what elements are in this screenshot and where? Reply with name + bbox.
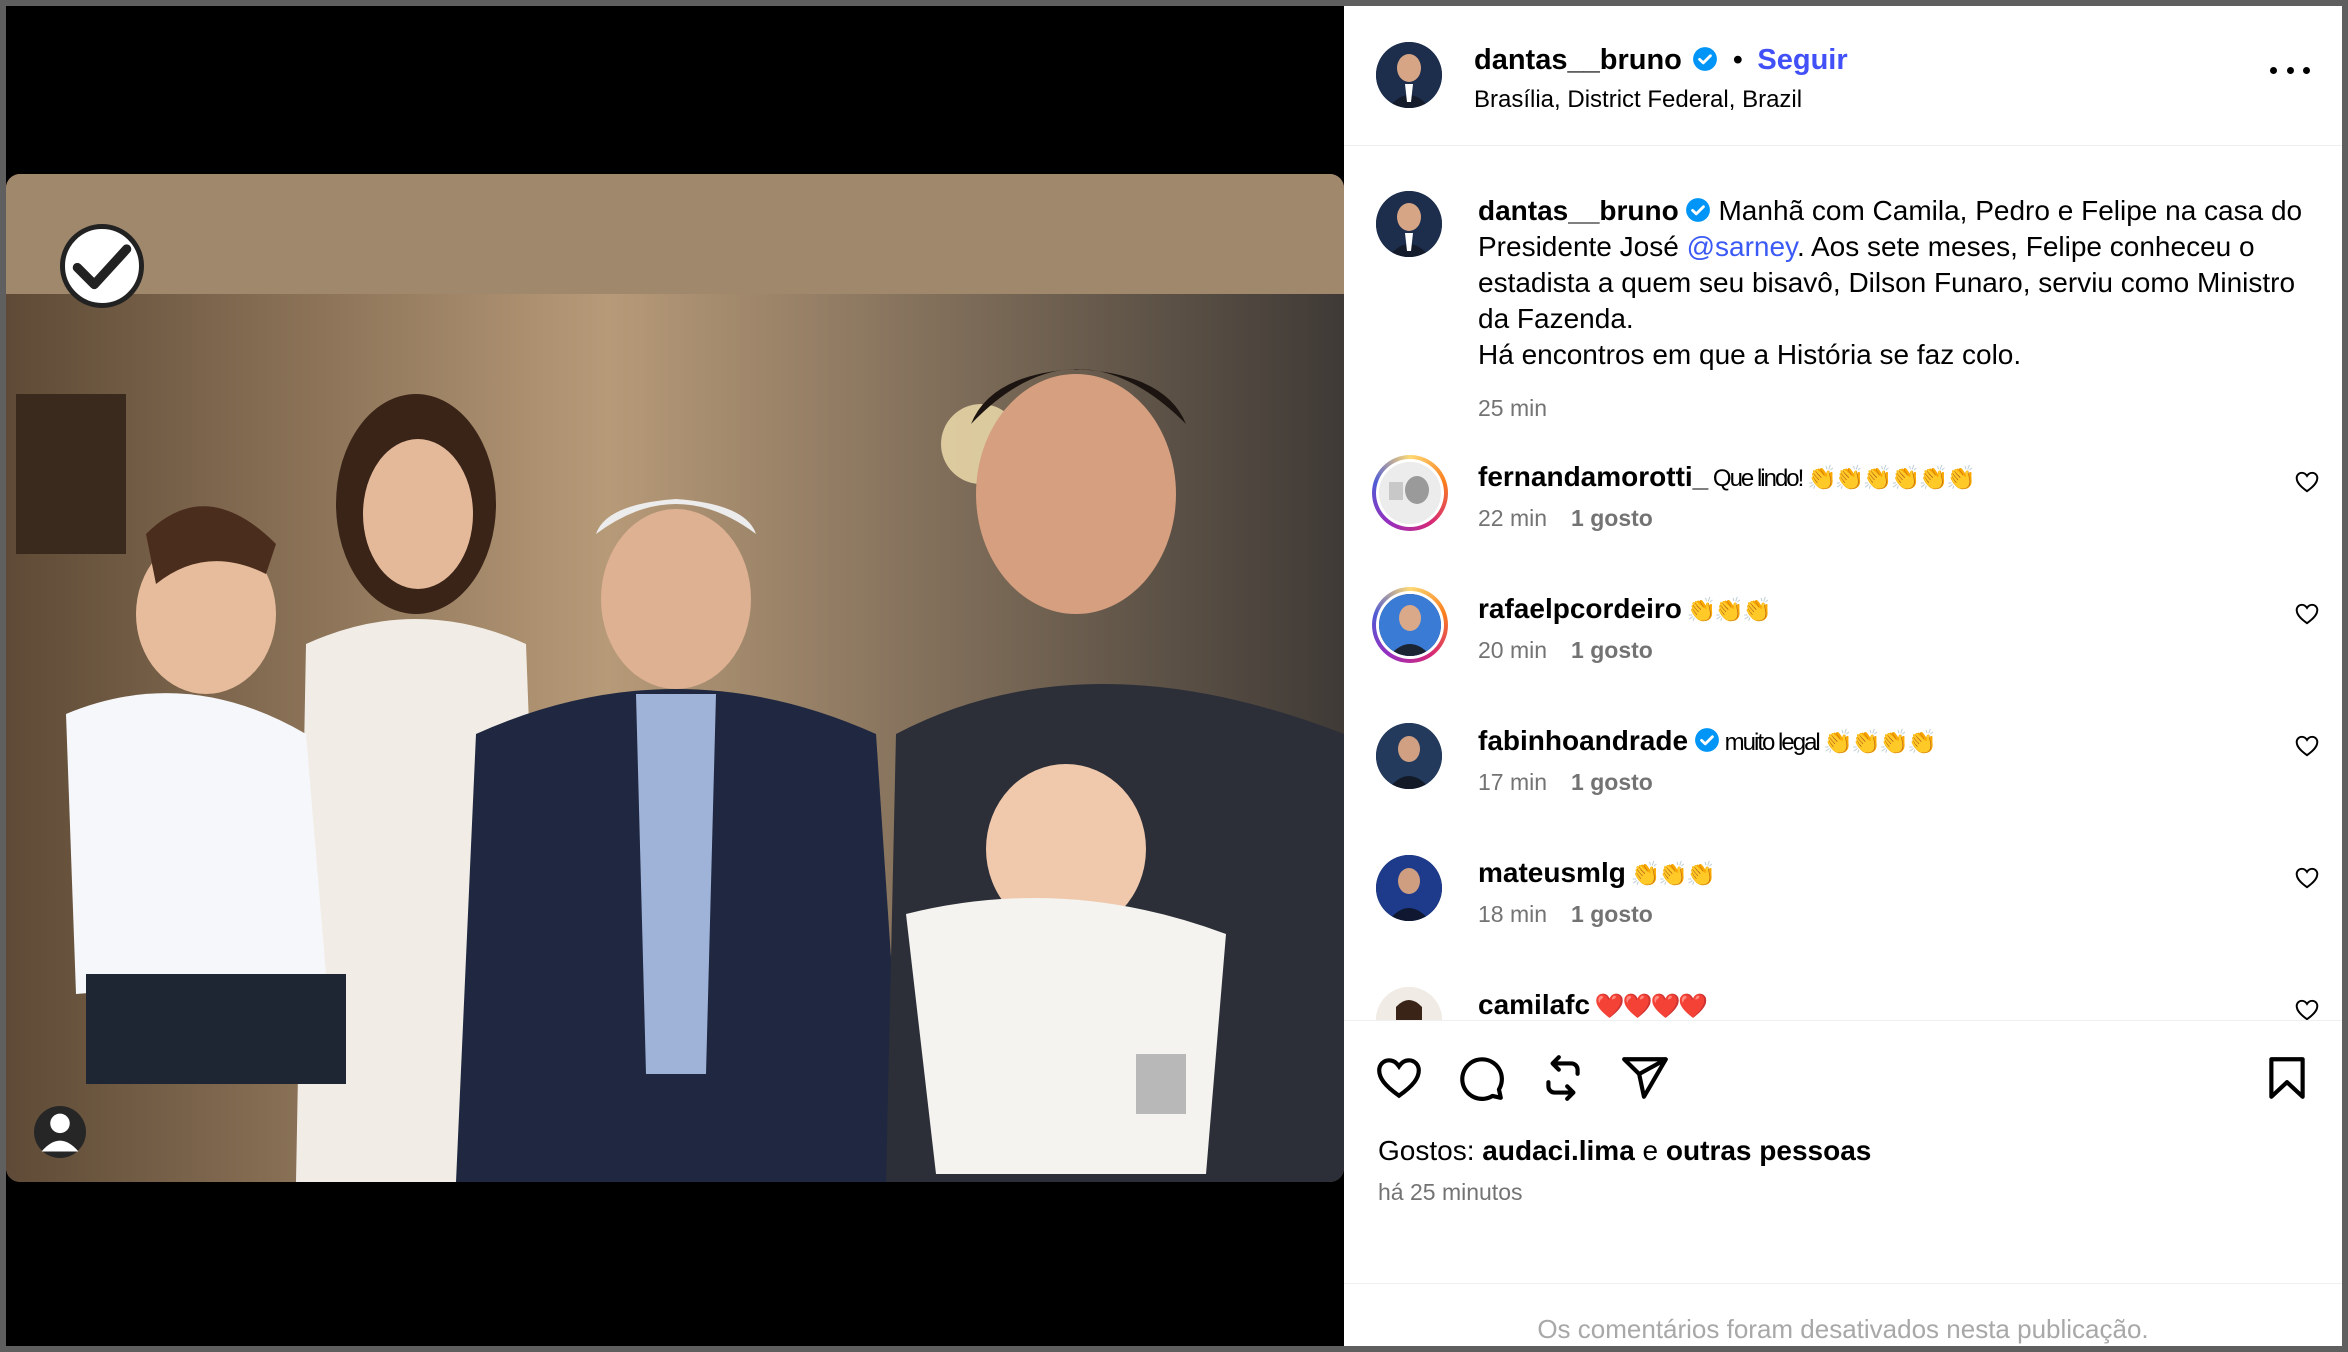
user-icon — [41, 1113, 79, 1152]
author-avatar[interactable] — [1376, 42, 1442, 108]
comment-meta: 20 min 1 gosto — [1478, 637, 1653, 664]
checkmark-icon — [60, 224, 144, 308]
share-icon[interactable] — [1620, 1053, 1670, 1103]
comment-text: fabinhoandrade muito legal 👏👏👏👏 — [1478, 723, 2278, 761]
caption-time[interactable]: 25 min — [1478, 395, 1547, 422]
comment-text: rafaelpcordeiro 👏👏👏 — [1478, 591, 2278, 629]
comment-username[interactable]: fernandamorotti_ — [1478, 461, 1708, 492]
post-location[interactable]: Brasília, District Federal, Brazil — [1474, 86, 1802, 114]
heart-icon[interactable] — [2294, 865, 2320, 891]
comment-likes[interactable]: 1 gosto — [1571, 901, 1653, 927]
likes-user-link[interactable]: audaci.lima — [1482, 1135, 1635, 1166]
photo-illustration — [6, 174, 1344, 1182]
comment-body: Que lindo! 👏👏👏👏👏👏 — [1708, 465, 1976, 492]
caption-username[interactable]: dantas__bruno — [1478, 195, 1679, 226]
comment-time[interactable]: 18 min — [1478, 901, 1547, 927]
comment-time[interactable]: 17 min — [1478, 769, 1547, 795]
heart-icon[interactable] — [2294, 733, 2320, 759]
heart-icon[interactable] — [2294, 469, 2320, 495]
comment-meta: 22 min 1 gosto — [1478, 505, 1653, 532]
story-ring[interactable] — [1372, 587, 1448, 663]
comment-likes[interactable]: 1 gosto — [1571, 637, 1653, 663]
comment-meta: 18 min 1 gosto — [1478, 901, 1653, 928]
commenter-avatar[interactable] — [1376, 987, 1442, 1020]
verified-badge-icon — [1693, 47, 1718, 71]
post-actions: Gostos: audaci.lima e outras pessoas há … — [1344, 1020, 2342, 1346]
commenter-avatar[interactable] — [1376, 723, 1442, 789]
separator-dot: • — [1732, 44, 1743, 76]
comments-list[interactable]: dantas__bruno Manhã com Camila, Pedro e … — [1344, 147, 2342, 1020]
comment-body: ❤️❤️❤️❤️ — [1590, 993, 1709, 1020]
mention-link[interactable]: @sarney — [1687, 231, 1797, 262]
comment-text: camilafc ❤️❤️❤️❤️ — [1478, 987, 2278, 1020]
commenter-avatar — [1379, 594, 1441, 656]
comment-time[interactable]: 22 min — [1478, 505, 1547, 531]
comment-username[interactable]: mateusmlg — [1478, 857, 1626, 888]
repost-icon[interactable] — [1538, 1053, 1588, 1103]
caption-body-3: Há encontros em que a História se faz co… — [1478, 339, 2022, 370]
comment-body: 👏👏👏 — [1625, 861, 1716, 888]
comment-text: fernandamorotti_ Que lindo! 👏👏👏👏👏👏 — [1478, 459, 2278, 497]
comment-time[interactable]: 20 min — [1478, 637, 1547, 663]
heart-icon[interactable] — [2294, 601, 2320, 627]
more-options-icon[interactable] — [2270, 60, 2310, 80]
comment-likes[interactable]: 1 gosto — [1571, 505, 1653, 531]
heart-icon[interactable] — [1374, 1053, 1424, 1103]
comment-text: mateusmlg 👏👏👏 — [1478, 855, 2278, 893]
author-avatar[interactable] — [1376, 191, 1442, 257]
post-photo[interactable] — [6, 174, 1344, 1182]
author-username[interactable]: dantas__bruno — [1474, 44, 1682, 76]
tagged-users-button[interactable] — [34, 1106, 86, 1158]
media-pane — [6, 6, 1344, 1346]
commenter-avatar[interactable] — [1376, 855, 1442, 921]
comment-body: muito legal 👏👏👏👏 — [1720, 729, 1937, 756]
post-modal: dantas__bruno • Seguir Brasília, Distric… — [0, 0, 2348, 1352]
likes-conj: e — [1634, 1135, 1666, 1166]
comment-body: 👏👏👏 — [1681, 597, 1773, 624]
heart-icon[interactable] — [2294, 997, 2320, 1020]
likes-prefix: Gostos: — [1378, 1135, 1483, 1166]
comment-meta: 17 min 1 gosto — [1478, 769, 1653, 796]
follow-button[interactable]: Seguir — [1757, 44, 1847, 76]
header-title-row: dantas__bruno • Seguir — [1474, 44, 1848, 77]
likes-summary: Gostos: audaci.lima e outras pessoas — [1378, 1135, 1871, 1167]
post-side-panel: dantas__bruno • Seguir Brasília, Distric… — [1344, 6, 2342, 1346]
verified-badge-icon — [1695, 728, 1719, 752]
caption-text: dantas__bruno Manhã com Camila, Pedro e … — [1478, 193, 2318, 373]
post-header: dantas__bruno • Seguir Brasília, Distric… — [1344, 6, 2342, 146]
comment-icon[interactable] — [1456, 1053, 1506, 1103]
comments-disabled-notice: Os comentários foram desativados nesta p… — [1344, 1283, 2342, 1345]
story-ring[interactable] — [1372, 455, 1448, 531]
commenter-avatar — [1379, 462, 1441, 524]
verified-badge-icon — [1685, 198, 1710, 222]
comment-username[interactable]: camilafc — [1478, 989, 1590, 1020]
comment-username[interactable]: rafaelpcordeiro — [1478, 593, 1682, 624]
comment-likes[interactable]: 1 gosto — [1571, 769, 1653, 795]
bookmark-icon[interactable] — [2262, 1053, 2312, 1103]
post-timestamp[interactable]: há 25 minutos — [1378, 1179, 1522, 1206]
likes-others-link[interactable]: outras pessoas — [1666, 1135, 1871, 1166]
comment-username[interactable]: fabinhoandrade — [1478, 725, 1688, 756]
